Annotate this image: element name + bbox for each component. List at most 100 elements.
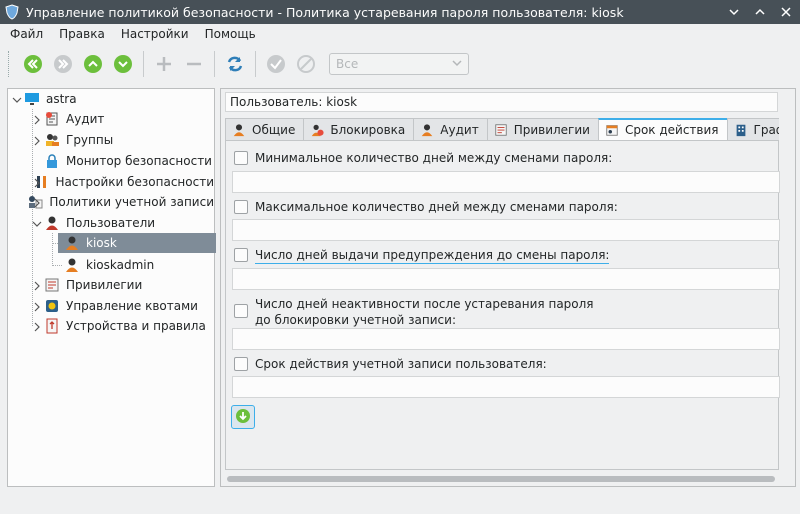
min-days-label: Минимальное количество дней между сменам… — [255, 151, 613, 165]
collapsed-arrow-icon[interactable] — [32, 135, 42, 146]
user-info-field: Пользователь: kiosk — [225, 92, 778, 112]
monitor-icon — [24, 91, 40, 107]
tree-item-devices-rules[interactable]: Устройства и правила — [8, 316, 214, 336]
add-icon — [153, 53, 175, 75]
toolbar: Все — [0, 46, 800, 82]
expanded-arrow-icon[interactable] — [12, 94, 22, 104]
horizontal-scrollbar[interactable] — [227, 475, 775, 483]
toolbar-separator — [143, 51, 144, 77]
navigation-tree: astra Аудит Группы Монитор безопасности … — [7, 88, 216, 487]
devices-icon — [44, 318, 60, 334]
window-title: Управление политикой безопасности - Поли… — [26, 4, 624, 20]
details-pane: Пользователь: kiosk Общие Блокировка Ауд… — [220, 88, 796, 487]
account-expiry-label: Срок действия учетной записи пользовател… — [255, 357, 547, 371]
warn-days-checkbox[interactable] — [234, 248, 248, 262]
chevron-down-icon — [452, 57, 462, 71]
first-icon[interactable] — [22, 53, 44, 75]
groups-icon — [44, 132, 60, 148]
collapsed-arrow-icon[interactable] — [32, 114, 42, 125]
menu-file[interactable]: Файл — [10, 27, 43, 41]
max-days-label: Максимальное количество дней между смена… — [255, 200, 618, 214]
users-icon — [44, 215, 60, 231]
down-icon[interactable] — [112, 53, 134, 75]
tab-audit[interactable]: Аудит — [413, 118, 488, 140]
warn-days-row: Число дней выдачи предупреждения до смен… — [234, 247, 610, 264]
toolbar-separator — [214, 51, 215, 77]
tree-item-kioskadmin[interactable]: kioskadmin — [8, 255, 214, 275]
menu-settings[interactable]: Настройки — [121, 27, 189, 41]
filter-combo: Все — [329, 53, 469, 75]
inactive-days-input[interactable] — [232, 328, 780, 350]
min-days-input[interactable] — [232, 171, 780, 193]
collapsed-arrow-icon[interactable] — [32, 301, 42, 312]
refresh-icon[interactable] — [224, 53, 246, 75]
menu-edit[interactable]: Правка — [59, 27, 105, 41]
max-days-checkbox[interactable] — [234, 200, 248, 214]
tree-item-astra[interactable]: astra — [8, 89, 214, 109]
download-icon — [235, 408, 251, 427]
tree-item-audit[interactable]: Аудит — [8, 109, 214, 129]
menu-bar: Файл Правка Настройки Помощь — [0, 24, 800, 44]
collapsed-arrow-icon[interactable] — [32, 197, 42, 208]
user-icon — [64, 235, 80, 251]
toolbar-grip[interactable] — [8, 51, 12, 77]
minimize-icon[interactable] — [726, 4, 742, 20]
lock-icon — [44, 153, 60, 169]
tree-item-security-monitor[interactable]: Монитор безопасности — [8, 151, 214, 171]
load-button[interactable] — [231, 405, 255, 429]
apply-icon — [265, 53, 287, 75]
tree-item-groups[interactable]: Группы — [8, 130, 214, 150]
tab-bar: Общие Блокировка Аудит Привилегии Срок д… — [225, 118, 779, 140]
app-shield-icon — [4, 4, 20, 20]
cancel-icon — [295, 53, 317, 75]
tab-graphical[interactable]: Графическ — [726, 118, 779, 140]
account-expiry-checkbox[interactable] — [234, 357, 248, 371]
collapsed-arrow-icon[interactable] — [32, 280, 42, 291]
tab-privileges[interactable]: Привилегии — [486, 118, 599, 140]
account-expiry-row: Срок действия учетной записи пользовател… — [234, 356, 547, 372]
close-icon[interactable] — [778, 4, 794, 20]
last-icon — [52, 53, 74, 75]
warn-days-label: Число дней выдачи предупреждения до смен… — [255, 248, 610, 264]
tab-general[interactable]: Общие — [225, 118, 305, 140]
scrollbar-thumb[interactable] — [227, 476, 775, 482]
tree-item-quota-management[interactable]: Управление квотами — [8, 296, 214, 316]
expanded-arrow-icon[interactable] — [32, 218, 42, 228]
privileges-icon — [494, 123, 508, 137]
audit-icon — [44, 111, 60, 127]
calendar-icon — [605, 123, 619, 137]
toolbar-separator — [255, 51, 256, 77]
tree-item-account-policies[interactable]: Политики учетной записи — [8, 192, 214, 212]
tree-item-privileges[interactable]: Привилегии — [8, 275, 214, 295]
filter-combo-value: Все — [336, 57, 359, 71]
user-icon — [420, 123, 434, 137]
min-days-checkbox[interactable] — [234, 151, 248, 165]
collapsed-arrow-icon[interactable] — [32, 177, 42, 188]
user-icon — [64, 257, 80, 273]
quota-icon — [44, 298, 60, 314]
inactive-days-checkbox[interactable] — [234, 304, 248, 318]
max-days-input[interactable] — [232, 219, 780, 241]
inactive-days-row: Число дней неактивности после устаревани… — [234, 296, 594, 328]
menu-help[interactable]: Помощь — [205, 27, 256, 41]
inactive-days-label: Число дней неактивности после устаревани… — [255, 297, 594, 327]
tree-item-security-settings[interactable]: Настройки безопасности — [8, 172, 214, 192]
maximize-icon[interactable] — [752, 4, 768, 20]
tree-item-users[interactable]: Пользователи — [8, 213, 214, 233]
collapsed-arrow-icon[interactable] — [32, 321, 42, 332]
building-icon — [734, 123, 748, 137]
warn-days-input[interactable] — [232, 268, 780, 290]
tab-blocking[interactable]: Блокировка — [303, 118, 415, 140]
expiration-panel: Минимальное количество дней между сменам… — [225, 140, 780, 470]
max-days-row: Максимальное количество дней между смена… — [234, 199, 618, 215]
user-icon — [232, 123, 246, 137]
remove-icon — [183, 53, 205, 75]
privileges-icon — [44, 277, 60, 293]
title-bar: Управление политикой безопасности - Поли… — [0, 0, 800, 24]
tab-expiration[interactable]: Срок действия — [597, 118, 728, 140]
tree-item-kiosk[interactable]: kiosk — [58, 233, 216, 253]
min-days-row: Минимальное количество дней между сменам… — [234, 150, 612, 166]
up-icon[interactable] — [82, 53, 104, 75]
account-expiry-input[interactable] — [232, 376, 780, 398]
block-icon — [310, 123, 324, 137]
